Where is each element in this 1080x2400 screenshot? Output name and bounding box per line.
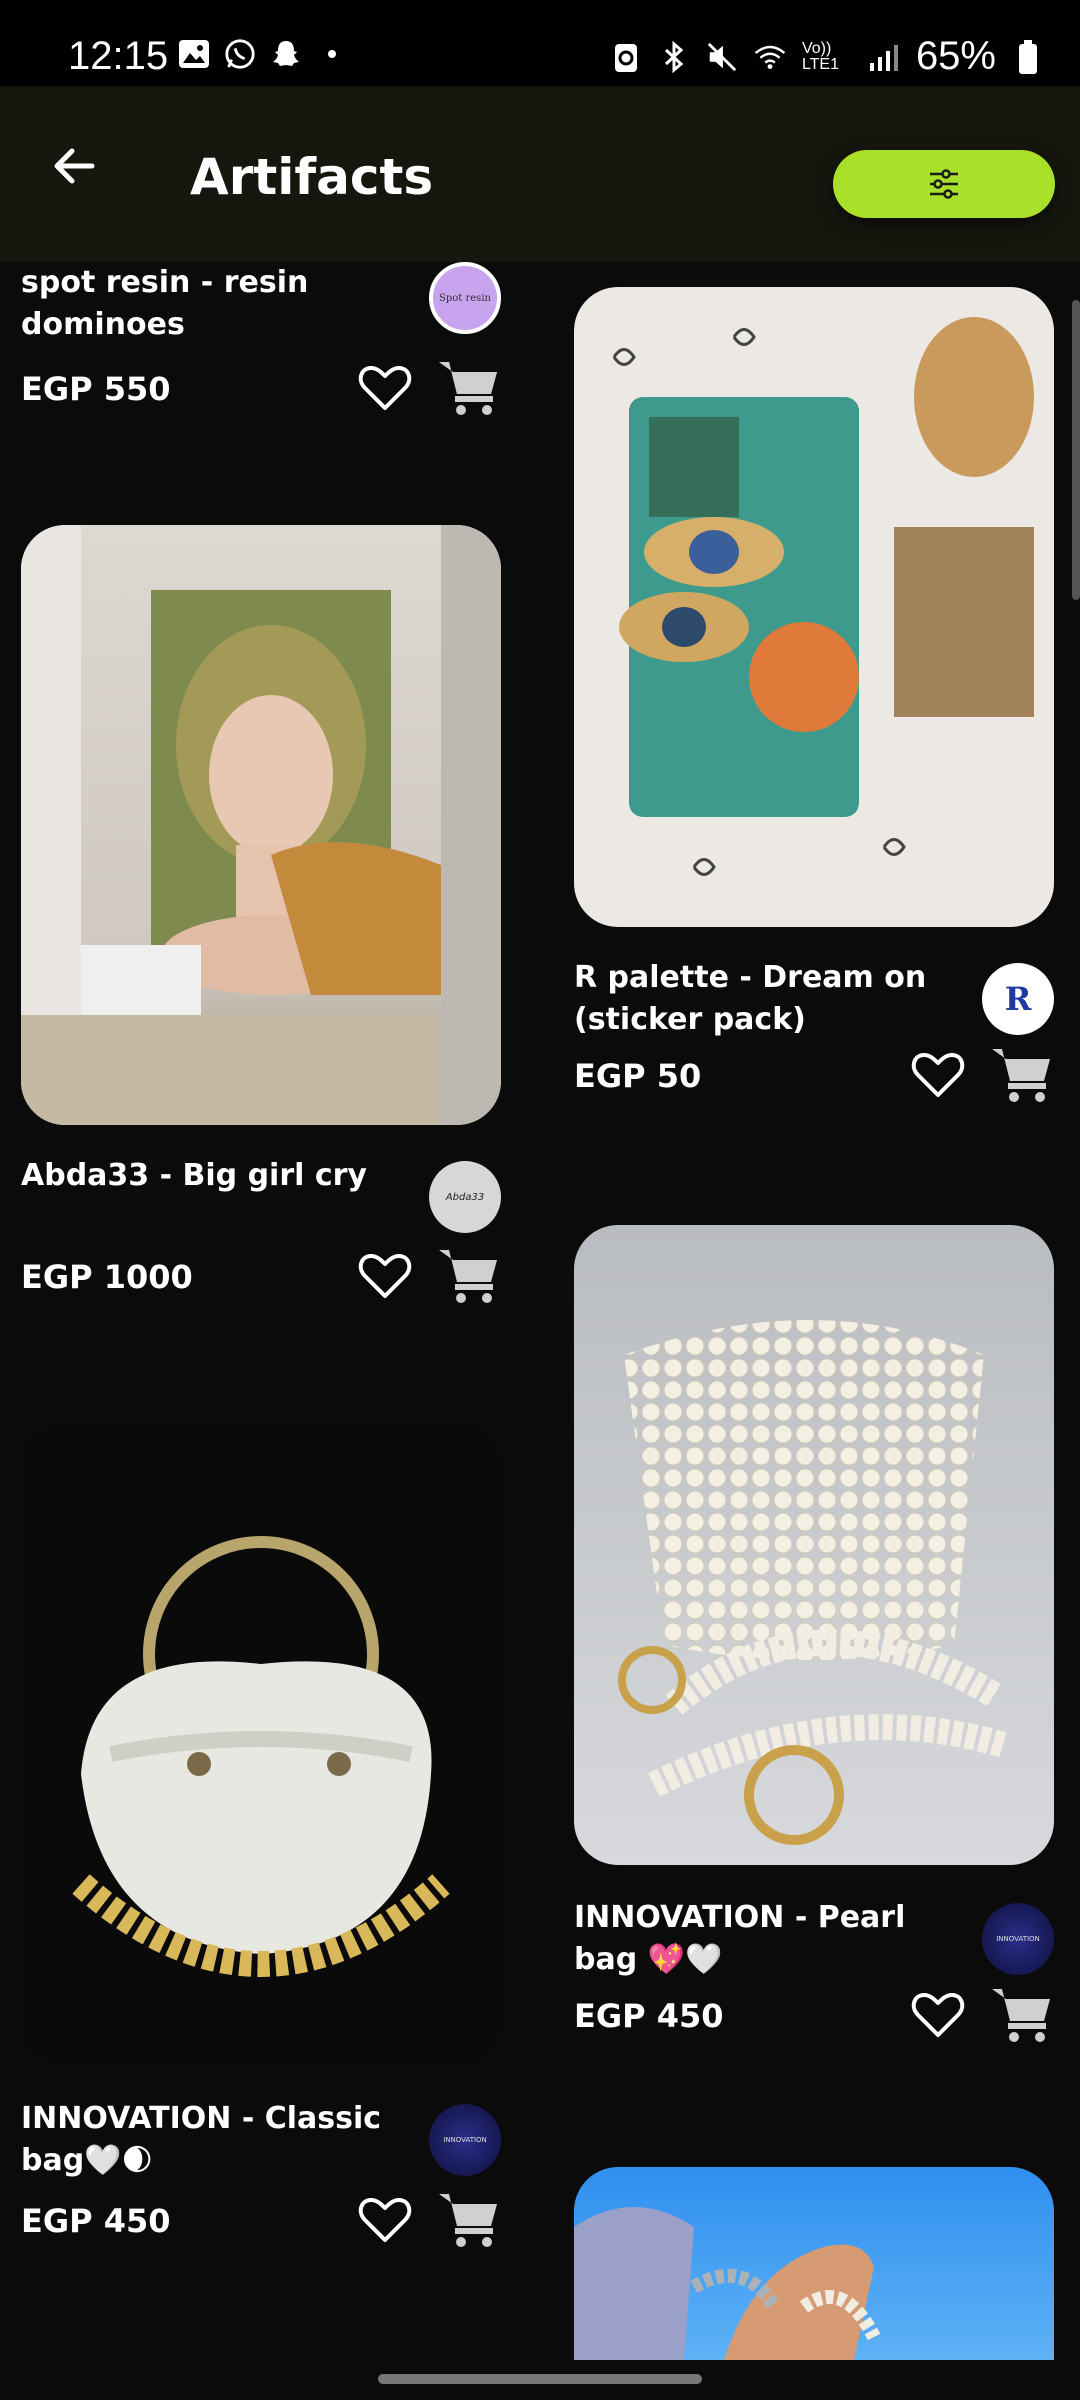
arrow-left-icon xyxy=(54,148,95,184)
bracelet-photo xyxy=(574,2207,881,2360)
product-image[interactable] xyxy=(574,287,1054,927)
seller-avatar[interactable]: Spot resin xyxy=(429,262,501,334)
cart-icon xyxy=(439,362,497,415)
battery-percent: 65% xyxy=(915,34,996,78)
product-card[interactable] xyxy=(574,2167,1054,2360)
sticker-pack-photo xyxy=(612,317,1034,876)
product-price: EGP 450 xyxy=(574,1997,724,2035)
product-price: EGP 50 xyxy=(574,1057,702,1095)
battery-icon xyxy=(1012,39,1044,74)
wifi-icon xyxy=(754,41,786,73)
favorite-button[interactable] xyxy=(357,2192,413,2248)
product-grid: spot resin - resin dominoes Spot resin E… xyxy=(0,262,1080,2360)
favorite-button[interactable] xyxy=(910,1987,966,2043)
more-notifications-dot-icon xyxy=(316,38,348,70)
system-icons: Vo)) LTE1 65% xyxy=(610,34,1044,79)
mute-icon xyxy=(706,41,738,73)
cart-icon xyxy=(992,1989,1050,2042)
seller-avatar-label: Spot resin xyxy=(439,292,491,304)
heart-icon xyxy=(358,2198,412,2242)
pearl-bag-photo xyxy=(618,1320,1008,1845)
back-button[interactable] xyxy=(44,136,104,196)
status-bar: 12:15 Vo)) LTE1 65% xyxy=(0,0,1080,86)
product-image[interactable] xyxy=(574,1225,1054,1865)
product-card[interactable]: R palette - Dream on (sticker pack) R EG… xyxy=(574,287,1054,1102)
notification-icons xyxy=(178,38,348,70)
product-name[interactable]: INNOVATION - Classic bag🤍🌒 xyxy=(21,2098,401,2182)
cart-icon xyxy=(439,1250,497,1303)
product-card[interactable]: INNOVATION - Pearl bag 💖🤍 INNOVATION EGP… xyxy=(574,1225,1054,2042)
scrollbar[interactable] xyxy=(1072,300,1080,600)
seller-avatar[interactable]: Abda33 xyxy=(429,1161,501,1233)
product-image[interactable] xyxy=(21,525,501,1125)
add-to-cart-button[interactable] xyxy=(990,1045,1054,1105)
gallery-icon xyxy=(178,38,210,70)
seller-avatar-label: Abda33 xyxy=(445,1191,485,1203)
product-card[interactable]: spot resin - resin dominoes Spot resin E… xyxy=(21,262,501,432)
favorite-button[interactable] xyxy=(357,360,413,416)
filter-button[interactable] xyxy=(833,150,1055,218)
product-price: EGP 550 xyxy=(21,370,171,408)
product-name[interactable]: R palette - Dream on (sticker pack) xyxy=(574,957,954,1041)
product-name[interactable]: Abda33 - Big girl cry xyxy=(21,1155,401,1197)
product-image[interactable] xyxy=(574,2167,1054,2360)
product-card[interactable]: Abda33 - Big girl cry Abda33 EGP 1000 xyxy=(21,525,501,1303)
heart-icon xyxy=(358,1254,412,1298)
seller-avatar[interactable]: R xyxy=(982,963,1054,1035)
favorite-button[interactable] xyxy=(357,1248,413,1304)
heart-icon xyxy=(911,1053,965,1097)
seller-avatar-label: R xyxy=(1004,980,1032,1018)
gesture-nav-handle[interactable] xyxy=(378,2374,702,2384)
bluetooth-icon xyxy=(658,40,690,73)
seller-avatar-label: INNOVATION xyxy=(443,2136,487,2144)
snapchat-icon xyxy=(270,38,302,70)
classic-bag-photo xyxy=(72,1536,450,1977)
heart-icon xyxy=(911,1993,965,2037)
status-time: 12:15 xyxy=(68,34,169,78)
seller-avatar[interactable]: INNOVATION xyxy=(429,2104,501,2176)
add-to-cart-button[interactable] xyxy=(437,358,501,418)
product-image[interactable] xyxy=(21,1424,501,2064)
favorite-button[interactable] xyxy=(910,1047,966,1103)
add-to-cart-button[interactable] xyxy=(437,2190,501,2250)
signal-icon xyxy=(868,41,900,73)
painting-photo xyxy=(21,525,501,1125)
cart-icon xyxy=(439,2194,497,2247)
whatsapp-icon xyxy=(224,38,256,70)
heart-icon xyxy=(358,366,412,410)
cart-icon xyxy=(992,1049,1050,1102)
product-name[interactable]: spot resin - resin dominoes xyxy=(21,262,401,346)
product-name[interactable]: INNOVATION - Pearl bag 💖🤍 xyxy=(574,1897,954,1981)
sliders-icon xyxy=(930,169,958,199)
page-title: Artifacts xyxy=(190,148,434,206)
app-header: Artifacts xyxy=(0,86,1080,262)
product-price: EGP 450 xyxy=(21,2202,171,2240)
seller-avatar[interactable]: INNOVATION xyxy=(982,1903,1054,1975)
seller-avatar-label: INNOVATION xyxy=(996,1935,1040,1943)
add-to-cart-button[interactable] xyxy=(437,1246,501,1306)
network-label: Vo)) LTE1 xyxy=(801,39,839,73)
add-to-cart-button[interactable] xyxy=(990,1985,1054,2045)
battery-saver-icon xyxy=(610,41,642,73)
product-card[interactable]: INNOVATION - Classic bag🤍🌒 INNOVATION EG… xyxy=(21,1424,501,2247)
product-price: EGP 1000 xyxy=(21,1258,193,1296)
